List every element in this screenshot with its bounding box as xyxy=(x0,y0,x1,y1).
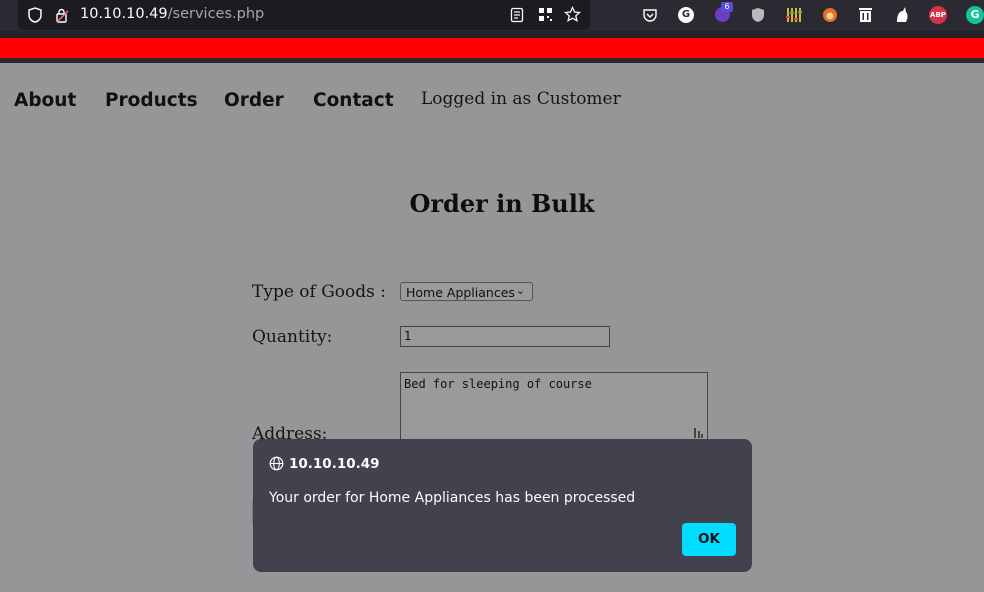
page-top-divider xyxy=(0,58,984,63)
equalizer-extension-icon[interactable] xyxy=(786,6,802,24)
browser-toolbar: 10.10.10.49/services.php G 6 ABP G xyxy=(0,0,984,31)
grammarly-icon[interactable]: G xyxy=(966,6,984,24)
quantity-label: Quantity: xyxy=(252,327,333,347)
adblock-plus-icon[interactable]: ABP xyxy=(929,6,947,24)
nav-products[interactable]: Products xyxy=(105,90,198,111)
reader-mode-icon[interactable] xyxy=(510,7,524,23)
dialog-message: Your order for Home Appliances has been … xyxy=(269,490,636,506)
extension-badge-count: 6 xyxy=(721,2,733,12)
quantity-input[interactable]: 1 xyxy=(400,326,610,347)
globe-icon xyxy=(269,456,284,471)
nav-contact[interactable]: Contact xyxy=(313,90,394,111)
dialog-origin: 10.10.10.49 xyxy=(289,456,380,472)
logged-in-status: Logged in as Customer xyxy=(421,89,621,109)
goods-label: Type of Goods : xyxy=(252,282,387,302)
trash-extension-icon[interactable] xyxy=(858,6,873,23)
goods-select[interactable]: Home Appliances ⌄ xyxy=(400,282,533,301)
url-host: 10.10.10.49 xyxy=(80,6,168,22)
page-title: Order in Bulk xyxy=(409,189,595,218)
resize-handle-icon[interactable] xyxy=(692,427,704,439)
nav-about[interactable]: About xyxy=(14,90,76,111)
shield-icon[interactable] xyxy=(28,7,42,23)
qr-icon[interactable] xyxy=(538,7,553,22)
alert-dialog: 10.10.10.49 Your order for Home Applianc… xyxy=(253,439,752,572)
goods-select-value: Home Appliances xyxy=(406,285,515,300)
nav-order[interactable]: Order xyxy=(224,90,284,111)
ok-button[interactable]: OK xyxy=(682,523,736,556)
fox-extension-icon[interactable] xyxy=(822,6,838,23)
pocket-icon[interactable] xyxy=(642,7,658,23)
cat-extension-icon[interactable] xyxy=(894,6,910,23)
red-banner xyxy=(0,38,984,58)
privacy-badger-icon[interactable] xyxy=(751,7,765,23)
url-text[interactable]: 10.10.10.49/services.php xyxy=(80,6,264,22)
google-extension-icon[interactable]: G xyxy=(678,7,694,23)
bookmark-star-icon[interactable] xyxy=(564,6,581,23)
url-bar[interactable]: 10.10.10.49/services.php xyxy=(18,0,590,30)
address-textarea[interactable]: Bed for sleeping of course xyxy=(400,372,708,442)
chevron-down-icon: ⌄ xyxy=(515,284,525,297)
lock-icon[interactable] xyxy=(54,7,70,23)
url-path: /services.php xyxy=(167,6,265,22)
toolbar-shadow xyxy=(0,31,984,38)
